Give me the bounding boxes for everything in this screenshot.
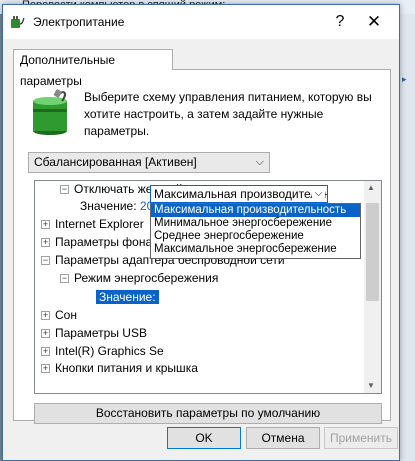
- tree-row[interactable]: + Internet Explorer: [41, 216, 144, 233]
- tree-row-label: Сон: [55, 308, 77, 322]
- expand-icon[interactable]: +: [41, 311, 50, 321]
- tab-panel: Выберите схему управления питанием, кото…: [13, 69, 391, 424]
- tree-row-value[interactable]: Значение:: [96, 289, 159, 306]
- close-button[interactable]: ✕: [359, 10, 389, 34]
- scrollbar-thumb[interactable]: [366, 203, 379, 301]
- dropdown-option[interactable]: Среднее энергосбережение: [151, 230, 360, 243]
- tree-row-label: Режим энергосбережения: [74, 271, 219, 285]
- tree-row[interactable]: − Режим энергосбережения: [60, 270, 218, 287]
- tree-row-label: Параметры USB: [55, 326, 147, 340]
- collapse-icon[interactable]: −: [41, 256, 50, 266]
- collapse-icon[interactable]: −: [60, 274, 69, 284]
- ok-button[interactable]: OK: [167, 427, 241, 449]
- collapse-icon[interactable]: −: [60, 185, 69, 195]
- window-title: Электропитание: [33, 15, 125, 29]
- chevron-down-icon: ⌵: [255, 156, 264, 168]
- power-saving-mode-select[interactable]: Максимальная производительнос ⌵: [150, 185, 328, 203]
- tree-row[interactable]: + Кнопки питания и крышка: [41, 360, 198, 377]
- tab-advanced-settings[interactable]: Дополнительные параметры: [13, 49, 173, 88]
- cancel-button[interactable]: Отмена: [246, 427, 320, 449]
- dropdown-option[interactable]: Максимальная производительность: [151, 204, 360, 217]
- chevron-down-icon: ⌵: [312, 186, 325, 202]
- power-options-dialog: Электропитание ? ✕ Дополнительные параме…: [2, 4, 400, 461]
- tree-row[interactable]: + Параметры USB: [41, 325, 147, 342]
- scroll-down-icon[interactable]: ▼: [367, 381, 375, 390]
- intro-text: Выберите схему управления питанием, кото…: [84, 90, 372, 138]
- dropdown-option[interactable]: Максимальное энергосбережение: [151, 243, 360, 256]
- expand-icon[interactable]: +: [41, 220, 50, 230]
- title-bar[interactable]: Электропитание ? ✕: [3, 5, 399, 39]
- tree-row[interactable]: + Intel(R) Graphics Se: [41, 343, 164, 360]
- expand-icon[interactable]: +: [41, 364, 50, 374]
- tree-row-label: Internet Explorer: [55, 217, 144, 231]
- power-scheme-value: Сбалансированная [Активен]: [34, 155, 197, 169]
- tree-row[interactable]: + Сон: [41, 307, 77, 324]
- expand-icon[interactable]: +: [41, 347, 50, 357]
- battery-power-icon: [33, 89, 67, 135]
- tree-scrollbar[interactable]: ▲ ▼: [364, 181, 381, 393]
- expand-icon[interactable]: +: [41, 329, 50, 339]
- background-window-right-edge: ▸: [398, 14, 415, 461]
- background-link-icon: ▸: [402, 74, 407, 84]
- dropdown-option[interactable]: Минимальное энергосбережение: [151, 217, 360, 230]
- value-label: Значение:: [80, 199, 137, 213]
- value-label-selected: Значение:: [96, 290, 159, 304]
- dialog-client-area: Дополнительные параметры Выберите схему …: [3, 39, 399, 460]
- help-button[interactable]: ?: [329, 11, 351, 33]
- power-saving-mode-dropdown[interactable]: Максимальная производительность Минималь…: [150, 203, 361, 259]
- restore-defaults-button[interactable]: Восстановить параметры по умолчанию: [34, 403, 382, 424]
- power-plug-icon: [11, 16, 25, 28]
- scroll-up-icon[interactable]: ▲: [367, 183, 375, 192]
- power-scheme-select[interactable]: Сбалансированная [Активен] ⌵: [28, 152, 270, 173]
- tree-row-label: Кнопки питания и крышка: [55, 361, 198, 375]
- apply-button[interactable]: Применить: [324, 427, 398, 449]
- power-saving-mode-value: Максимальная производительнос: [154, 187, 328, 201]
- expand-icon[interactable]: +: [41, 238, 50, 248]
- tree-row-label: Intel(R) Graphics Se: [55, 344, 164, 358]
